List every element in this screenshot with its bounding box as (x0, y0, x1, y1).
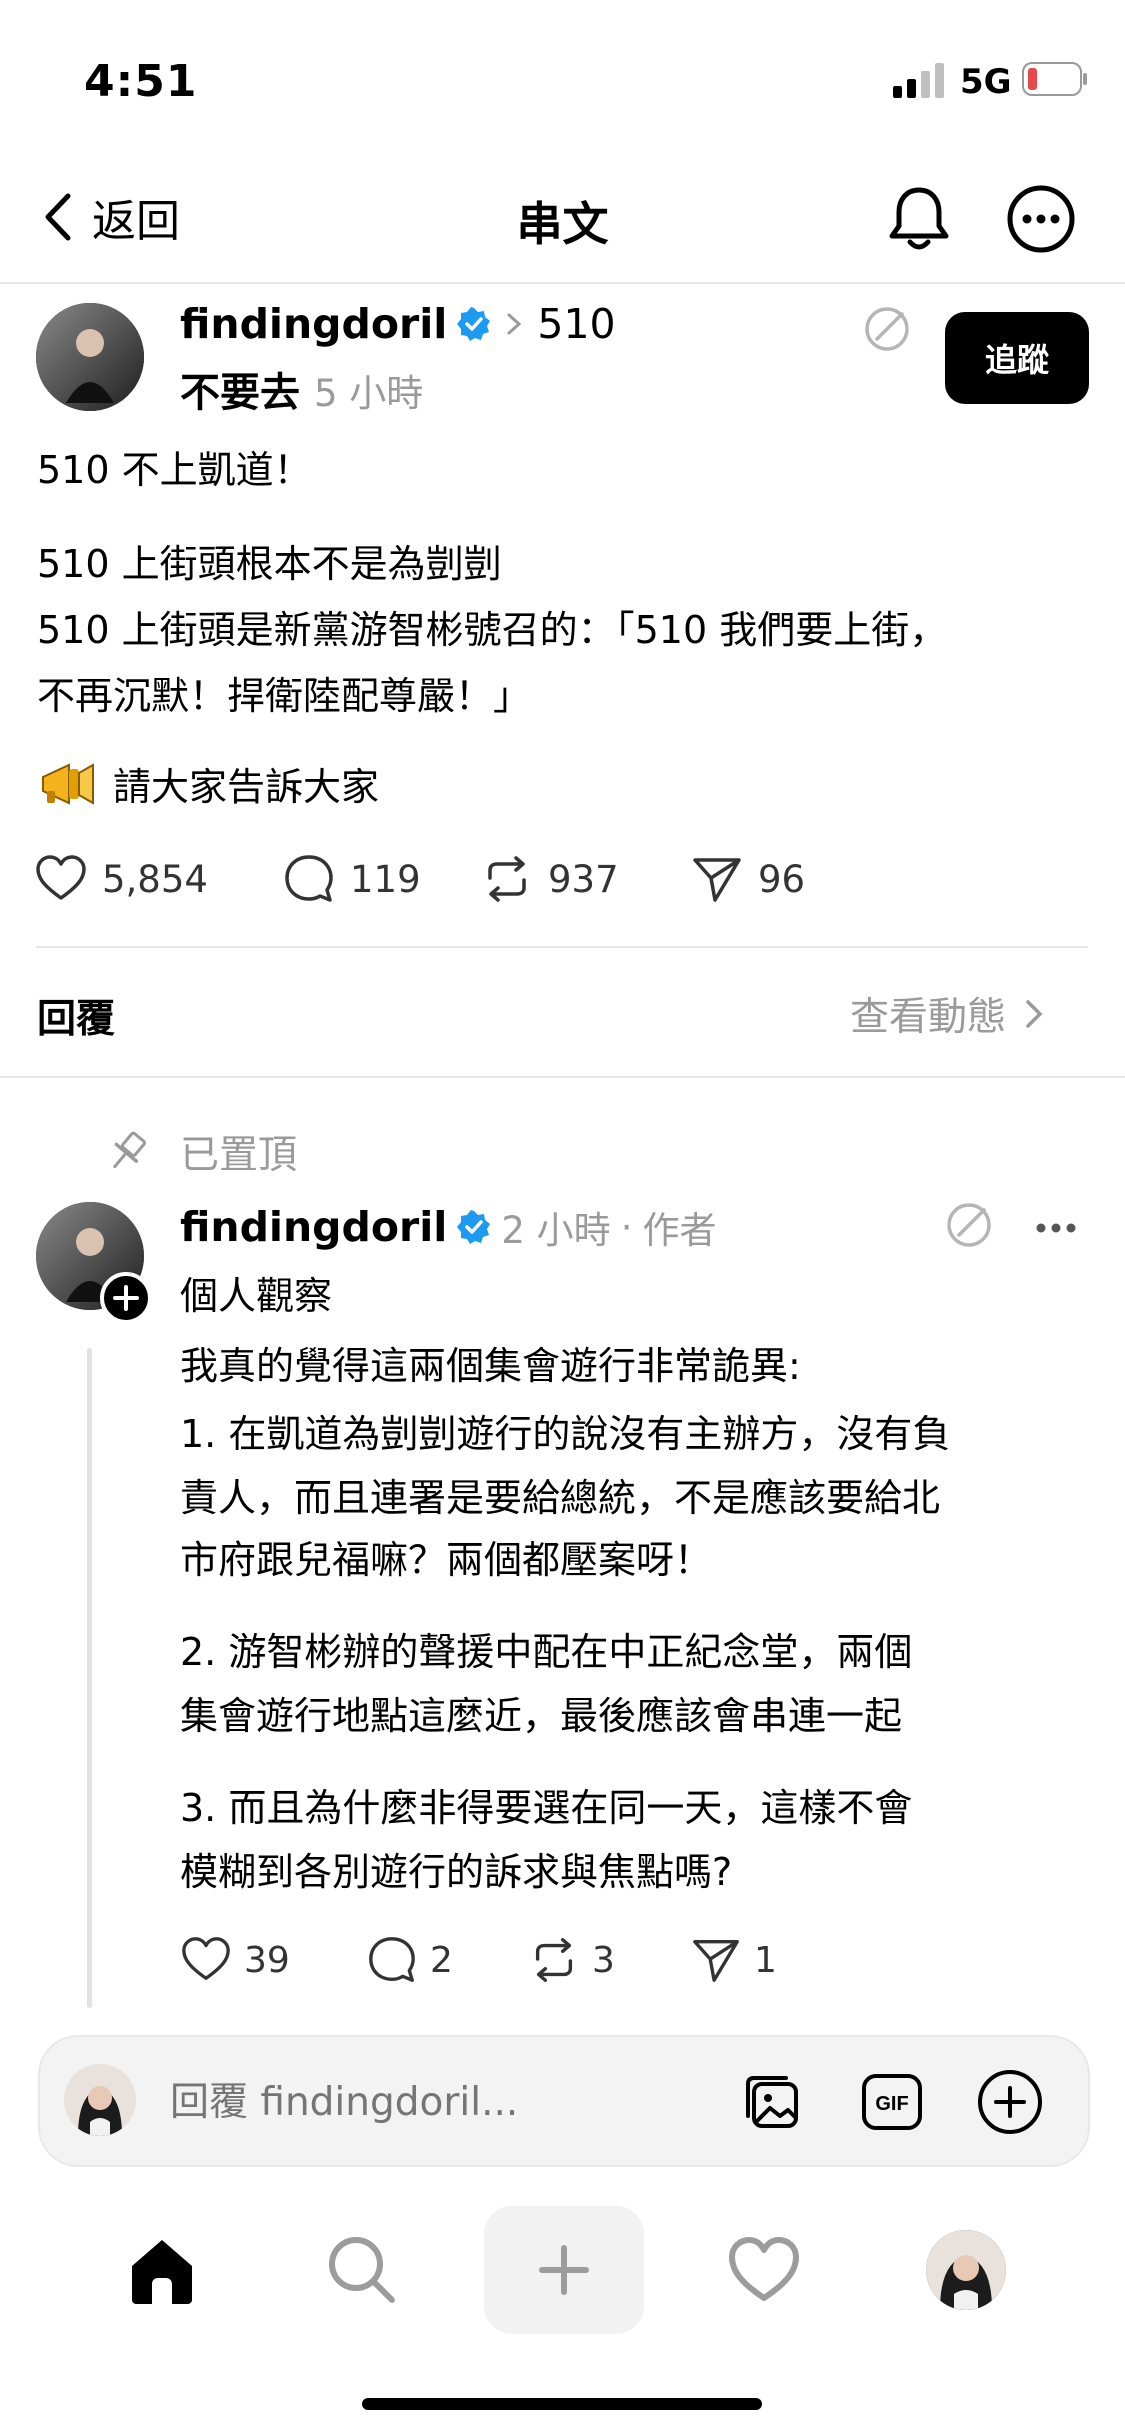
reply-line-7: 集會遊行地點這麼近，最後應該會串連一起 (180, 1694, 903, 1738)
reply-like-count: 39 (244, 1939, 290, 1981)
reply-more-icon[interactable] (1034, 1210, 1078, 1246)
author-tag: 作者 (642, 1209, 717, 1252)
comment-bubble-icon (369, 1937, 415, 1982)
post-author-row: findingdoril 510 (180, 300, 616, 348)
reply-line-2: 我真的覺得這兩個集會遊行非常詭異: (180, 1344, 801, 1388)
verified-badge-icon (457, 307, 491, 341)
reply-username[interactable]: findingdoril (180, 1203, 447, 1251)
replies-label: 回覆 (37, 997, 116, 1042)
like-count: 5,854 (102, 857, 208, 901)
repost-icon (488, 856, 526, 902)
share-count: 96 (758, 857, 806, 901)
reply-share-count: 1 (754, 1939, 777, 1981)
svg-text:GIF: GIF (875, 2093, 908, 2115)
section-divider (0, 1076, 1125, 1078)
announcement-row: 請大家告訴大家 (37, 756, 379, 811)
post-topic[interactable]: 510 (537, 300, 615, 348)
meta-separator: · (620, 1205, 633, 1249)
like-button[interactable]: 5,854 (34, 852, 208, 906)
pinned-indicator: 已置頂 (104, 1124, 297, 1180)
home-indicator (362, 2398, 762, 2410)
post-subtitle: 不要去 (180, 370, 300, 416)
thread-line (87, 1348, 92, 2008)
reply-line-6: 2. 游智彬辦的聲援中配在中正紀念堂，兩個 (180, 1630, 913, 1674)
image-gallery-icon[interactable] (740, 2070, 804, 2134)
status-time: 4:51 (84, 56, 198, 107)
reply-line-5: 市府跟兒福嘛？兩個都壓案呀！ (180, 1538, 713, 1582)
reply-line-4: 責人，而且連署是要給總統，不是應該要給北 (180, 1476, 941, 1520)
author-avatar[interactable] (36, 303, 144, 411)
comment-count: 119 (350, 857, 421, 901)
comment-bubble-icon (285, 855, 333, 902)
home-icon[interactable] (122, 2230, 202, 2310)
follow-button[interactable]: 追蹤 (945, 312, 1089, 404)
send-icon (693, 858, 741, 902)
post-line-1: 510 不上凱道！ (37, 448, 312, 492)
reply-repost-count: 3 (592, 1939, 615, 1981)
reply-time: 2 小時 (501, 1209, 611, 1252)
new-post-button[interactable] (484, 2206, 644, 2334)
reply-author-row: findingdoril 2 小時 · 作者 (180, 1200, 716, 1254)
bell-icon[interactable] (886, 184, 952, 254)
view-activity-link[interactable]: 查看動態 (850, 986, 1046, 1042)
post-username[interactable]: findingdoril (180, 300, 447, 348)
chevron-right-icon (1026, 1000, 1043, 1028)
reply-line-3: 1. 在凱道為剴剴遊行的說沒有主辦方，沒有負 (180, 1412, 951, 1456)
cellular-signal-icon (893, 63, 944, 98)
post-subtitle-row: 不要去 5 小時 (180, 360, 423, 418)
repost-button[interactable]: 937 (480, 852, 619, 906)
post-line-3: 510 上街頭是新黨游智彬號召的：「510 我們要上街， (37, 608, 948, 652)
share-button[interactable]: 96 (690, 852, 805, 906)
gif-icon[interactable]: GIF (860, 2070, 924, 2134)
verified-badge-icon (457, 1210, 491, 1244)
edited-icon (865, 307, 909, 351)
reply-share-button[interactable]: 1 (690, 1934, 777, 1986)
reply-line-1: 個人觀察 (180, 1274, 333, 1318)
heart-icon (182, 1937, 230, 1980)
announcement-text: 請大家告訴大家 (113, 765, 380, 809)
reply-input[interactable] (168, 2066, 692, 2138)
reply-line-8: 3. 而且為什麼非得要選在同一天，這樣不會 (180, 1786, 913, 1830)
add-circle-icon[interactable] (976, 2068, 1044, 2136)
heart-icon (36, 855, 86, 900)
stats-divider (36, 946, 1088, 948)
post-line-4: 不再沉默！捍衛陸配尊嚴！」 (37, 674, 532, 718)
add-follow-plus-icon[interactable] (100, 1272, 152, 1324)
more-options-icon[interactable] (1006, 184, 1076, 254)
repost-count: 937 (548, 857, 619, 901)
post-line-2: 510 上街頭根本不是為剴剴 (37, 542, 502, 586)
current-user-avatar (64, 2064, 136, 2136)
chevron-right-icon (507, 313, 522, 335)
page-title: 串文 (516, 197, 609, 251)
plus-icon (539, 2245, 589, 2295)
reply-line-9: 模糊到各別遊行的訴求與焦點嗎? (180, 1850, 733, 1894)
post-time: 5 小時 (314, 372, 424, 415)
repost-icon (535, 1938, 573, 1982)
comment-button[interactable]: 119 (282, 852, 421, 906)
reply-like-button[interactable]: 39 (180, 1934, 290, 1986)
profile-tab-avatar[interactable] (926, 2230, 1006, 2310)
network-type: 5G (960, 62, 1012, 102)
reply-comment-button[interactable]: 2 (366, 1934, 453, 1986)
send-icon (693, 1940, 739, 1982)
search-icon[interactable] (322, 2230, 402, 2310)
header-divider (0, 282, 1125, 284)
megaphone-icon (42, 762, 94, 805)
reply-repost-button[interactable]: 3 (528, 1934, 615, 1986)
battery-icon (1022, 62, 1087, 96)
pin-icon (113, 1131, 147, 1169)
edited-icon (947, 1203, 991, 1247)
view-activity-label: 查看動態 (850, 995, 1007, 1040)
activity-heart-icon[interactable] (724, 2230, 804, 2310)
reply-comment-count: 2 (430, 1939, 453, 1981)
pinned-label: 已置頂 (180, 1133, 298, 1178)
